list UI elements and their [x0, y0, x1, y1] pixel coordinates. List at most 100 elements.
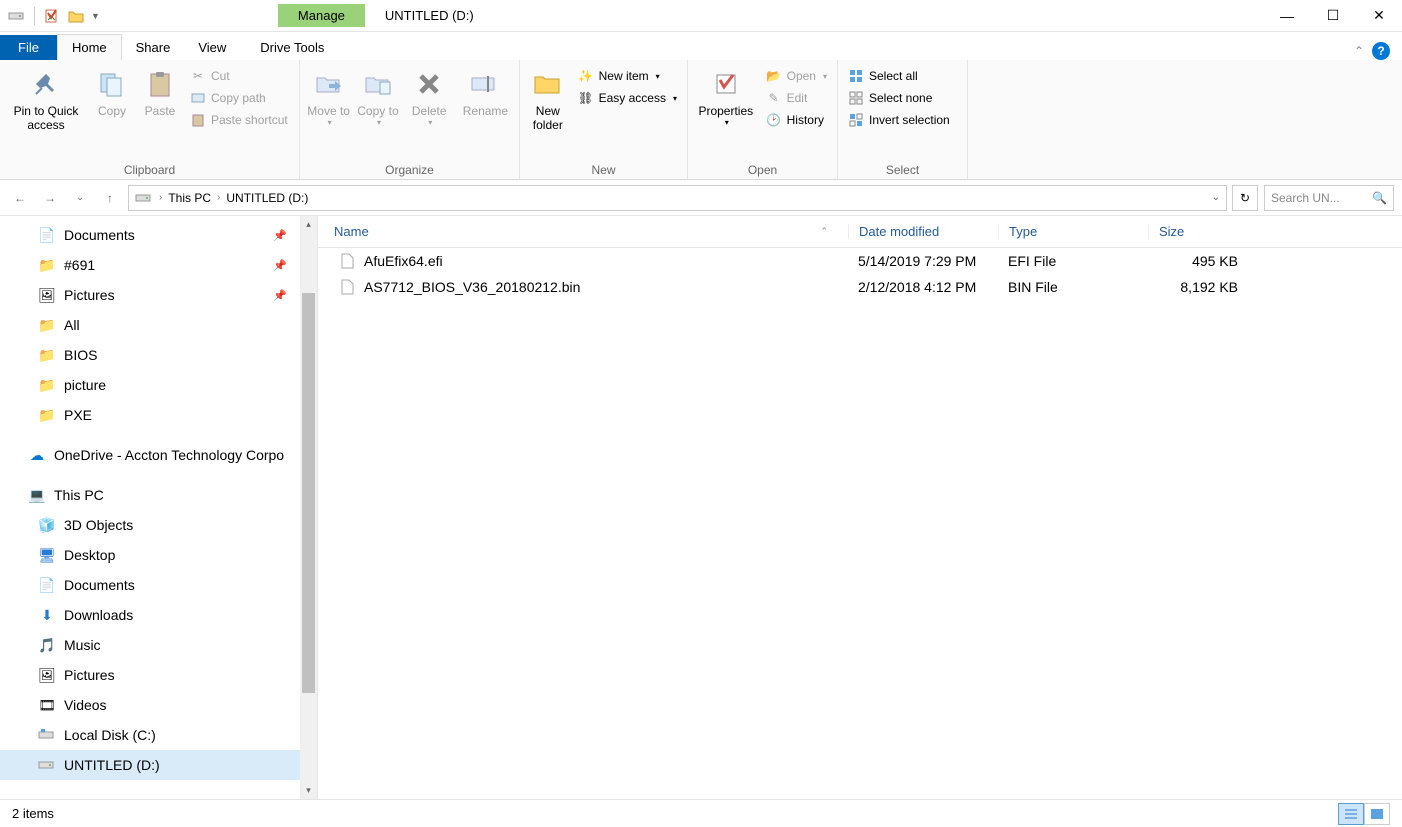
- history-button[interactable]: 🕑History: [762, 110, 831, 130]
- group-label-clipboard: Clipboard: [6, 161, 293, 179]
- tree-item-documents2[interactable]: 📄Documents: [0, 570, 317, 600]
- music-icon: 🎵: [38, 636, 56, 654]
- folder-qat-icon[interactable]: [67, 7, 85, 25]
- new-folder-button[interactable]: New folder: [526, 64, 570, 133]
- file-row[interactable]: AS7712_BIOS_V36_20180212.bin 2/12/2018 4…: [318, 274, 1402, 300]
- tree-item-this-pc[interactable]: 💻This PC: [0, 480, 317, 510]
- tree-item-local-c[interactable]: Local Disk (C:): [0, 720, 317, 750]
- tree-item-pictures[interactable]: 🖼Pictures📌: [0, 280, 317, 310]
- move-to-button[interactable]: Move to▾: [306, 64, 351, 128]
- open-icon: 📂: [766, 68, 782, 84]
- folder-icon: 📁: [38, 316, 56, 334]
- tab-view[interactable]: View: [184, 35, 240, 60]
- column-date[interactable]: Date modified: [848, 224, 998, 239]
- tree-item-3d-objects[interactable]: 🧊3D Objects: [0, 510, 317, 540]
- invert-selection-button[interactable]: Invert selection: [844, 110, 954, 130]
- column-size[interactable]: Size: [1148, 224, 1248, 239]
- recent-locations-button[interactable]: ⌄: [68, 186, 92, 210]
- qat-dropdown-icon[interactable]: ▼: [91, 11, 100, 21]
- column-headers: Name⌃ Date modified Type Size: [318, 216, 1402, 248]
- properties-button[interactable]: Properties▾: [694, 64, 758, 128]
- folder-icon: 📁: [38, 256, 56, 274]
- tab-drive-tools[interactable]: Drive Tools: [246, 35, 338, 60]
- details-view-button[interactable]: [1338, 803, 1364, 825]
- breadcrumb-this-pc[interactable]: This PC: [168, 191, 211, 205]
- tree-item-videos[interactable]: 🎞Videos: [0, 690, 317, 720]
- help-icon[interactable]: ?: [1372, 42, 1390, 60]
- copy-path-button[interactable]: Copy path: [186, 88, 292, 108]
- cut-button[interactable]: ✂Cut: [186, 66, 292, 86]
- properties-qat-icon[interactable]: [43, 7, 61, 25]
- move-to-icon: [313, 68, 345, 100]
- breadcrumb-location[interactable]: UNTITLED (D:): [226, 191, 308, 205]
- tree-item-picture[interactable]: 📁picture: [0, 370, 317, 400]
- tree-item-documents[interactable]: 📄Documents📌: [0, 220, 317, 250]
- rename-button[interactable]: Rename: [458, 64, 513, 118]
- file-list-pane: Name⌃ Date modified Type Size AfuEfix64.…: [318, 216, 1402, 799]
- pin-icon: [30, 68, 62, 100]
- tab-home[interactable]: Home: [57, 34, 122, 60]
- refresh-button[interactable]: ↻: [1232, 185, 1258, 211]
- minimize-button[interactable]: —: [1264, 0, 1310, 32]
- tree-item-onedrive[interactable]: ☁OneDrive - Accton Technology Corpo: [0, 440, 317, 470]
- scroll-up-icon[interactable]: ▴: [300, 216, 317, 233]
- tree-item-all[interactable]: 📁All: [0, 310, 317, 340]
- tree-item-desktop[interactable]: 🖥Desktop: [0, 540, 317, 570]
- quick-access-toolbar: ▼: [0, 7, 108, 25]
- up-button[interactable]: ↑: [98, 186, 122, 210]
- delete-button[interactable]: Delete▾: [405, 64, 454, 128]
- status-text: 2 items: [12, 806, 54, 821]
- column-type[interactable]: Type: [998, 224, 1148, 239]
- thumbnails-view-button[interactable]: [1364, 803, 1390, 825]
- scroll-down-icon[interactable]: ▾: [300, 782, 317, 799]
- maximize-button[interactable]: ☐: [1310, 0, 1356, 32]
- back-button[interactable]: ←: [8, 186, 32, 210]
- tab-file[interactable]: File: [0, 35, 57, 60]
- new-item-icon: ✨: [578, 68, 594, 84]
- search-box[interactable]: Search UN... 🔍: [1264, 185, 1394, 211]
- document-icon: 📄: [38, 226, 56, 244]
- address-bar[interactable]: › This PC › UNTITLED (D:) ⌄: [128, 185, 1227, 211]
- forward-button[interactable]: →: [38, 186, 62, 210]
- tree-item-downloads[interactable]: ⬇Downloads: [0, 600, 317, 630]
- search-placeholder: Search UN...: [1271, 191, 1368, 205]
- paste-button[interactable]: Paste: [138, 64, 182, 118]
- select-none-button[interactable]: Select none: [844, 88, 954, 108]
- paste-shortcut-button[interactable]: Paste shortcut: [186, 110, 292, 130]
- open-button[interactable]: 📂Open▾: [762, 66, 831, 86]
- collapse-ribbon-icon[interactable]: ⌃: [1354, 44, 1364, 58]
- file-icon: [340, 253, 356, 269]
- copy-to-button[interactable]: Copy to▾: [355, 64, 400, 128]
- easy-access-button[interactable]: ⛓Easy access▾: [574, 88, 681, 108]
- chevron-right-icon[interactable]: ›: [159, 192, 162, 203]
- file-row[interactable]: AfuEfix64.efi 5/14/2019 7:29 PM EFI File…: [318, 248, 1402, 274]
- copy-button[interactable]: Copy: [90, 64, 134, 118]
- context-tab-manage[interactable]: Manage: [278, 4, 365, 27]
- tab-share[interactable]: Share: [122, 35, 185, 60]
- nav-scrollbar[interactable]: ▴ ▾: [300, 216, 317, 799]
- close-button[interactable]: ✕: [1356, 0, 1402, 32]
- tree-item-music[interactable]: 🎵Music: [0, 630, 317, 660]
- copy-icon: [96, 68, 128, 100]
- edit-button[interactable]: ✎Edit: [762, 88, 831, 108]
- folder-icon: 📁: [38, 346, 56, 364]
- tree-item-bios[interactable]: 📁BIOS: [0, 340, 317, 370]
- scroll-thumb[interactable]: [302, 293, 315, 693]
- select-all-button[interactable]: Select all: [844, 66, 954, 86]
- pin-to-quick-access-button[interactable]: Pin to Quick access: [6, 64, 86, 133]
- tree-item-untitled-d[interactable]: UNTITLED (D:): [0, 750, 317, 780]
- new-item-button[interactable]: ✨New item▾: [574, 66, 681, 86]
- history-icon: 🕑: [766, 112, 782, 128]
- document-icon: 📄: [38, 576, 56, 594]
- chevron-right-icon[interactable]: ›: [217, 192, 220, 203]
- address-dropdown-icon[interactable]: ⌄: [1212, 192, 1220, 203]
- navigation-pane: 📄Documents📌 📁#691📌 🖼Pictures📌 📁All 📁BIOS…: [0, 216, 318, 799]
- edit-icon: ✎: [766, 90, 782, 106]
- group-label-open: Open: [694, 161, 831, 179]
- copy-to-icon: [362, 68, 394, 100]
- tree-item-691[interactable]: 📁#691📌: [0, 250, 317, 280]
- tree-item-pictures2[interactable]: 🖼Pictures: [0, 660, 317, 690]
- tree-item-pxe[interactable]: 📁PXE: [0, 400, 317, 430]
- column-name[interactable]: Name⌃: [318, 224, 848, 239]
- pictures-icon: 🖼: [38, 666, 56, 684]
